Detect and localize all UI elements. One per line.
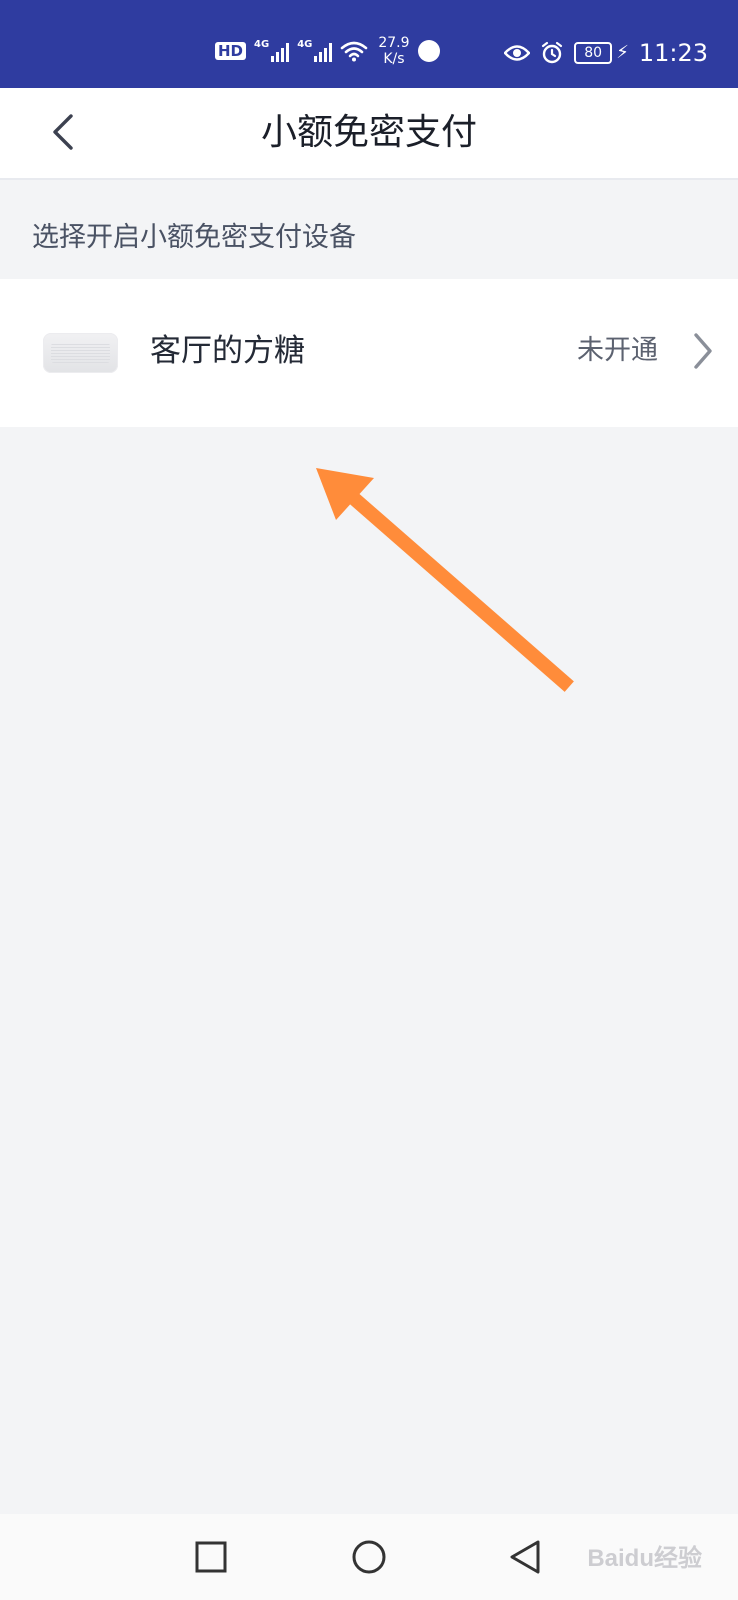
status-bar: HD 4G 4G 27.9 K/s 80 ⚡ 11:23 <box>0 0 738 88</box>
square-icon <box>195 1541 227 1573</box>
baidu-watermark: Baidu经验 <box>587 1545 702 1572</box>
page-title: 小额免密支付 <box>260 112 477 153</box>
status-icons-left: HD 4G 4G 27.9 K/s <box>215 35 440 67</box>
recent-apps-button[interactable] <box>188 1534 234 1580</box>
signal-icon-1: 4G <box>254 39 290 62</box>
network-speed-value: 27.9 <box>378 35 410 51</box>
status-icons-right: 80 ⚡ 11:23 <box>504 38 708 68</box>
network-speed: 27.9 K/s <box>378 35 409 67</box>
battery-icon: 80 <box>574 42 613 64</box>
network-type-label: 4G <box>254 39 270 50</box>
signal-icon-2: 4G <box>297 39 333 62</box>
charging-icon: ⚡ <box>616 42 629 63</box>
hd-voice-icon: HD <box>215 42 247 60</box>
device-status: 未开通 <box>577 335 658 366</box>
wifi-icon <box>341 41 368 62</box>
chevron-right-icon <box>694 333 712 369</box>
device-list-item[interactable]: 客厅的方糖 未开通 <box>0 279 738 427</box>
section-label: 选择开启小额免密支付设备 <box>32 222 356 253</box>
triangle-back-icon <box>510 1540 540 1574</box>
eye-icon <box>504 45 531 61</box>
smart-speaker-thumbnail <box>43 333 118 373</box>
device-name: 客厅的方糖 <box>150 333 305 369</box>
alarm-icon <box>542 41 563 64</box>
app-header: 小额免密支付 <box>0 88 738 180</box>
voice-assistant-icon <box>417 40 440 62</box>
network-type-label: 4G <box>297 39 313 50</box>
circle-icon <box>352 1540 386 1574</box>
clock-time: 11:23 <box>638 39 708 67</box>
network-speed-unit: K/s <box>383 51 405 67</box>
home-button[interactable] <box>346 1534 392 1580</box>
back-nav-button[interactable] <box>502 1534 548 1580</box>
